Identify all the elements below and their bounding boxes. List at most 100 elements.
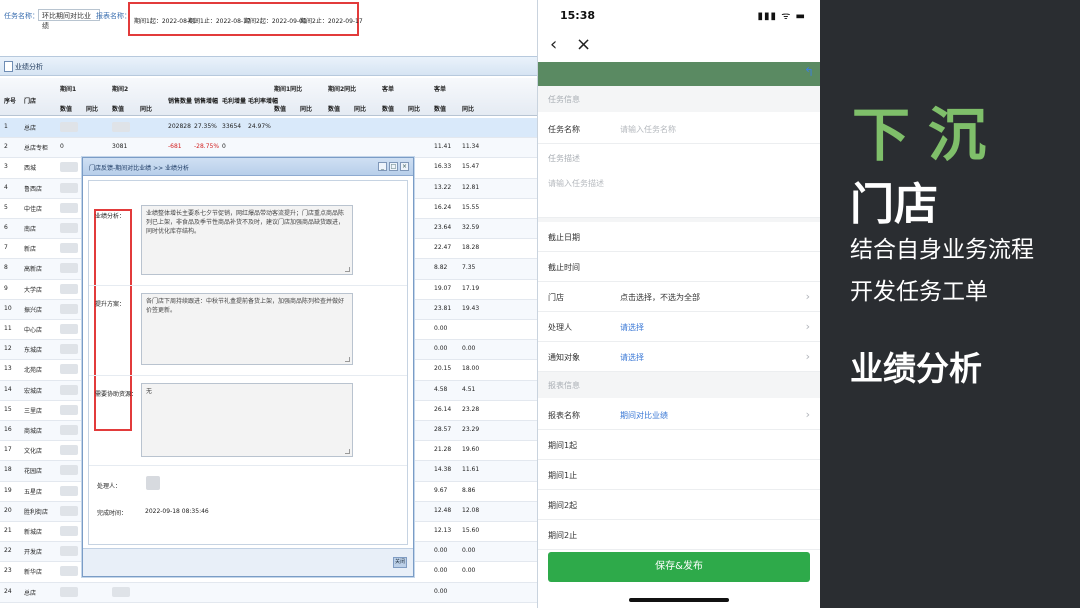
column-header[interactable]: 同比 (300, 104, 312, 113)
redacted-cell (60, 404, 78, 415)
assistance-textarea[interactable]: 无 (141, 383, 353, 457)
table-cell: 16.33 (434, 163, 452, 171)
improvement-plan-textarea[interactable]: 各门店下周持续跟进：中秋节礼盒提前备货上架，加强商品陈列检查并做好价签更新。 (141, 293, 353, 365)
period2-start-row[interactable]: 期间2起 (538, 490, 820, 520)
resize-handle-icon[interactable] (345, 267, 350, 272)
table-cell: 14 (4, 385, 12, 393)
column-header[interactable]: 数值 (60, 104, 72, 113)
return-arrow-icon[interactable]: ↰ (804, 65, 814, 79)
task-name-label: 任务名称： (4, 12, 39, 20)
table-cell: 24.97% (248, 123, 271, 130)
table-cell: 4 (4, 183, 8, 191)
close-icon[interactable]: × (576, 34, 591, 55)
table-cell: 8.82 (434, 264, 448, 272)
table-cell: 23.64 (434, 224, 452, 231)
task-name-label: 任务名称 (548, 125, 580, 134)
handler-select[interactable]: 请选择 (620, 322, 644, 333)
report-name-row[interactable]: 报表名称 期间对比业绩 › (538, 400, 820, 430)
redacted-cell (60, 465, 78, 476)
table-row[interactable]: 24 总店 0.00 (0, 582, 537, 603)
task-name-row[interactable]: 任务名称 请输入任务名称 (538, 114, 820, 144)
column-group-header[interactable]: 期间2 (112, 84, 128, 93)
column-header[interactable]: 销售增幅 (194, 96, 218, 105)
divider (89, 465, 407, 466)
task-name-field[interactable]: 环比期间对比业绩 (38, 9, 100, 30)
period2-end-row[interactable]: 期间2止 (538, 520, 820, 550)
column-header[interactable]: 数值 (274, 104, 286, 113)
notify-select[interactable]: 请选择 (620, 352, 644, 363)
redacted-cell (60, 303, 78, 314)
close-icon[interactable]: × (400, 162, 409, 171)
column-group-header[interactable]: 期间1同比 (274, 84, 302, 93)
handler-row[interactable]: 处理人 请选择 › (538, 312, 820, 342)
divider (89, 375, 407, 376)
table-cell: 22 (4, 547, 12, 555)
column-header[interactable]: 同比 (140, 104, 152, 113)
table-cell: 西城 (24, 165, 37, 173)
deadline-time-row[interactable]: 截止时间 (538, 252, 820, 282)
column-group-header[interactable]: 期间2同比 (328, 84, 356, 93)
store-row[interactable]: 门店 点击选择，不选为全部 › (538, 282, 820, 312)
period2-start-label: 期间2起 (548, 501, 578, 510)
table-row[interactable]: 1 总店 202828 27.35% 33654 24.97% (0, 118, 537, 139)
minimize-icon[interactable]: _ (378, 162, 387, 171)
redacted-cell (60, 182, 78, 193)
table-cell: 11.41 (434, 143, 452, 151)
column-group-header[interactable]: 序号 (4, 96, 16, 105)
close-dialog-button[interactable]: 关闭 (393, 557, 407, 568)
notify-row[interactable]: 通知对象 请选择 › (538, 342, 820, 372)
task-info-title: 任务信息 (548, 95, 580, 104)
maximize-icon[interactable]: □ (389, 162, 398, 171)
column-group-header[interactable]: 客单 (382, 84, 394, 93)
save-publish-button[interactable]: 保存&发布 (548, 552, 810, 582)
column-header[interactable]: 数值 (328, 104, 340, 113)
period1-start-row[interactable]: 期间1起 (538, 430, 820, 460)
redacted-cell (60, 526, 78, 536)
table-cell: 东城店 (24, 347, 43, 355)
resize-handle-icon[interactable] (345, 357, 350, 362)
period1-end[interactable]: 期间1止：2022-08-17 (188, 16, 251, 25)
column-group-header[interactable]: 门店 (24, 96, 36, 105)
column-header[interactable]: 同比 (462, 104, 474, 113)
home-indicator[interactable] (629, 598, 729, 602)
column-header[interactable]: 销售数量 (168, 96, 192, 105)
finish-time-label: 完成时间： (97, 510, 128, 517)
column-header[interactable]: 数值 (434, 104, 446, 113)
resize-handle-icon[interactable] (345, 449, 350, 454)
store-value[interactable]: 点击选择，不选为全部 (620, 292, 700, 303)
table-cell: 胜利街店 (24, 508, 49, 516)
column-header[interactable]: 同比 (354, 104, 366, 113)
table-cell: 19.07 (434, 284, 452, 292)
column-group-header[interactable]: 期间1 (60, 84, 76, 93)
task-desc-placeholder: 请输入任务描述 (548, 179, 604, 188)
table-cell: 宏城店 (24, 387, 43, 395)
period1-end-row[interactable]: 期间1止 (538, 460, 820, 490)
table-cell: 4.58 (434, 385, 448, 393)
toolbar-title[interactable]: 业绩分析 (15, 62, 43, 72)
column-header[interactable]: 数值 (112, 104, 124, 113)
column-header[interactable]: 同比 (408, 104, 420, 113)
table-row[interactable]: 2 总店专柜 0 3081 -681 -28.75% 0 11.41 11.34 (0, 138, 537, 159)
column-header[interactable]: 数值 (382, 104, 394, 113)
column-header[interactable]: 毛利增量 (222, 96, 246, 105)
period1-end-label: 期间1止 (548, 471, 578, 480)
task-name-input[interactable]: 请输入任务名称 (620, 124, 676, 135)
deadline-date-row[interactable]: 截止日期 (538, 222, 820, 252)
table-cell: 22.47 (434, 244, 452, 252)
table-cell: 14.38 (434, 466, 452, 474)
table-cell: 7.35 (462, 264, 476, 272)
performance-analysis-textarea[interactable]: 业绩整体增长主要系七夕节促销，网红爆品带动客流提升；门店重点商品陈列已上架，非食… (141, 205, 353, 275)
report-name-label: 报表名称： (96, 12, 131, 20)
back-icon[interactable]: ‹ (550, 34, 557, 55)
period2-end[interactable]: 期间2止：2022-09-17 (300, 16, 363, 25)
report-name-value[interactable]: 期间对比业绩 (620, 410, 668, 421)
task-desc-input[interactable]: 请输入任务描述 (538, 172, 820, 218)
table-cell: 11 (4, 325, 12, 332)
performance-analysis-label: 业绩分析： (95, 213, 126, 220)
column-group-header[interactable]: 客单 (434, 84, 446, 93)
status-bar: 15:38 ▮▮▮ ᯤ ▬ (538, 0, 820, 30)
period2-start[interactable]: 期间2起：2022-09-01 (244, 16, 307, 25)
redacted-cell (60, 586, 78, 597)
table-cell: -681 (168, 143, 182, 151)
column-header[interactable]: 同比 (86, 104, 98, 113)
